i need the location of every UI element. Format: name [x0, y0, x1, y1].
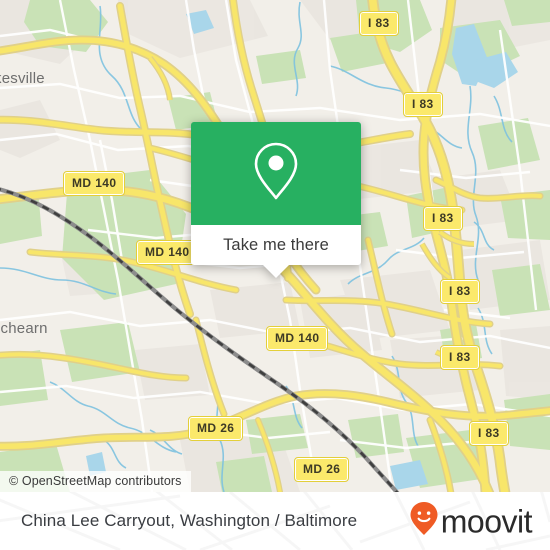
- callout-header: [191, 122, 361, 225]
- highway-shield-md140: MD 140: [62, 171, 126, 196]
- highway-shield-i83: I 83: [403, 92, 443, 117]
- highway-shield-md26: MD 26: [187, 416, 244, 441]
- callout-tail: [262, 264, 290, 278]
- moovit-wordmark: moovit: [440, 503, 533, 539]
- moovit-logo[interactable]: moovit: [409, 501, 533, 542]
- callout-footer[interactable]: Take me there: [191, 225, 361, 265]
- highway-shield-i83: I 83: [440, 279, 480, 304]
- osm-attribution[interactable]: © OpenStreetMap contributors: [0, 471, 191, 492]
- highway-shield-md140: MD 140: [135, 240, 199, 265]
- place-label: ochearn: [0, 320, 48, 337]
- map-screenshot: kesville ochearn I 83 I 83 MD 140 I 83 M…: [0, 0, 550, 550]
- highway-shield-i83: I 83: [469, 421, 509, 446]
- place-label: kesville: [0, 70, 45, 87]
- moovit-pin-icon: [409, 501, 439, 542]
- take-me-there-callout[interactable]: Take me there: [191, 122, 361, 278]
- page-title: China Lee Carryout, Washington / Baltimo…: [21, 511, 358, 530]
- highway-shield-i83: I 83: [359, 11, 399, 36]
- highway-shield-i83: I 83: [440, 345, 480, 370]
- map-canvas[interactable]: kesville ochearn I 83 I 83 MD 140 I 83 M…: [0, 0, 550, 492]
- location-pin-icon: [252, 140, 300, 207]
- footer-bar: China Lee Carryout, Washington / Baltimo…: [0, 492, 550, 550]
- highway-shield-i83: I 83: [423, 206, 463, 231]
- highway-shield-md140: MD 140: [265, 326, 329, 351]
- callout-label: Take me there: [223, 235, 329, 254]
- highway-shield-md26: MD 26: [293, 457, 350, 482]
